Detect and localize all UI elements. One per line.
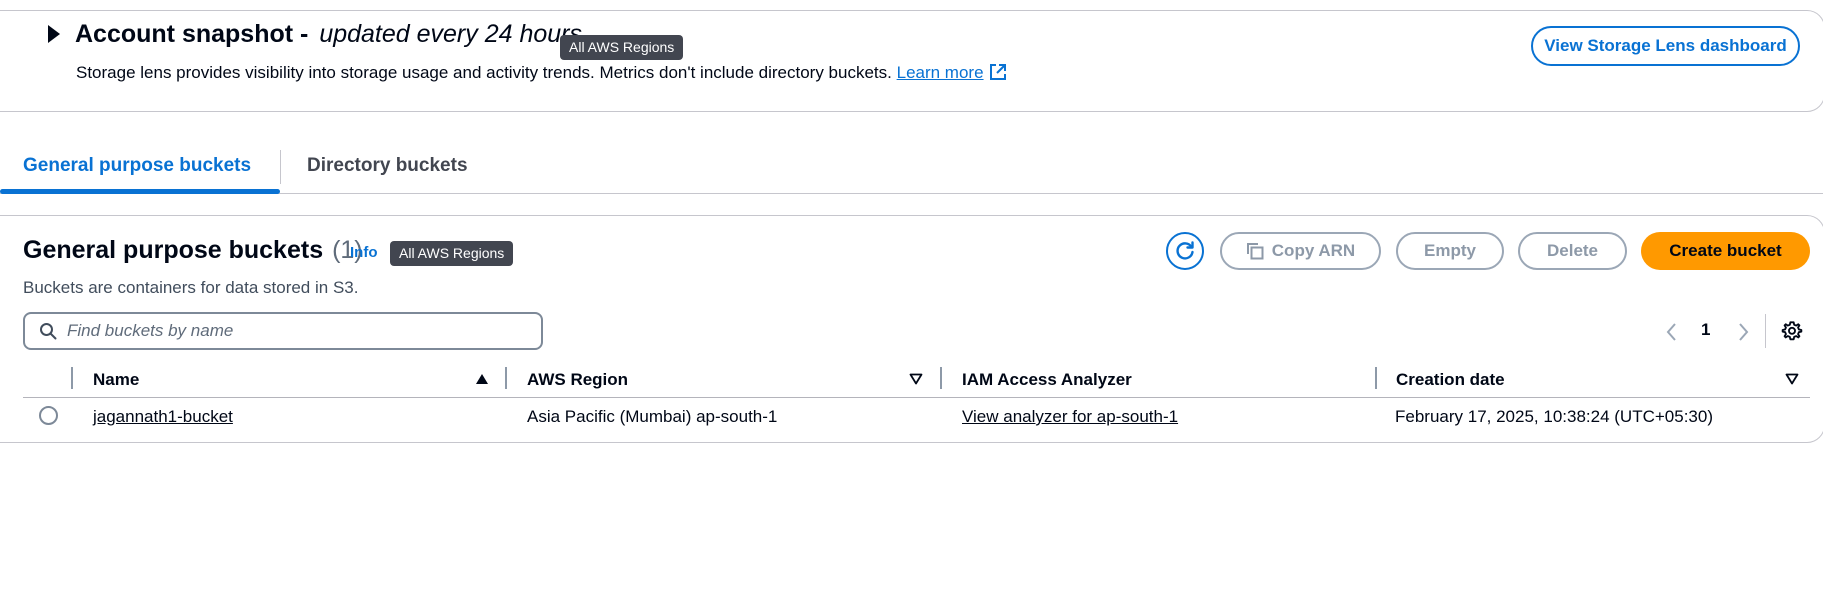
column-divider[interactable] (1375, 367, 1377, 389)
copy-icon (1246, 243, 1264, 260)
info-link[interactable]: Info (350, 244, 378, 261)
search-icon (40, 323, 57, 340)
external-link-icon[interactable] (989, 63, 1007, 81)
chevron-right-icon[interactable] (1736, 322, 1750, 342)
column-header-analyzer[interactable]: IAM Access Analyzer (962, 370, 1132, 390)
tab-separator (280, 150, 281, 184)
copy-arn-button[interactable]: Copy ARN (1220, 232, 1381, 270)
column-header-creation-date[interactable]: Creation date (1396, 370, 1505, 390)
active-tab-indicator (0, 189, 280, 194)
snapshot-title-separator: - (293, 20, 309, 48)
view-analyzer-link[interactable]: View analyzer for ap-south-1 (962, 407, 1178, 427)
delete-button[interactable]: Delete (1518, 232, 1627, 270)
copy-arn-label: Copy ARN (1271, 241, 1356, 260)
table-header: Name AWS Region IAM Access Analyzer Crea… (23, 364, 1810, 398)
table-row: jagannath1-bucket Asia Pacific (Mumbai) … (23, 398, 1810, 438)
region-badge: All AWS Regions (560, 35, 684, 60)
snapshot-title-text: Account snapshot (75, 20, 294, 48)
sort-icon[interactable] (1785, 373, 1799, 385)
panel-description: Buckets are containers for data stored i… (23, 278, 359, 297)
gear-icon[interactable] (1781, 320, 1803, 342)
snapshot-subtitle: updated every 24 hours (319, 20, 582, 48)
search-input[interactable] (67, 321, 507, 341)
bucket-creation-date: February 17, 2025, 10:38:24 (UTC+05:30) (1395, 407, 1713, 426)
column-header-region[interactable]: AWS Region (527, 370, 628, 390)
bucket-name-link[interactable]: jagannath1-bucket (93, 407, 233, 427)
column-header-name[interactable]: Name (93, 370, 139, 390)
view-storage-lens-dashboard-button[interactable]: View Storage Lens dashboard (1531, 26, 1800, 66)
empty-button[interactable]: Empty (1396, 232, 1504, 270)
refresh-button[interactable] (1166, 232, 1204, 270)
column-divider (71, 367, 73, 389)
row-select-radio[interactable] (39, 406, 58, 425)
tab-general-purpose-buckets[interactable]: General purpose buckets (23, 155, 251, 177)
expand-caret-icon[interactable] (48, 25, 60, 43)
bucket-region: Asia Pacific (Mumbai) ap-south-1 (527, 407, 778, 426)
create-bucket-button[interactable]: Create bucket (1641, 232, 1810, 270)
panel-title: General purpose buckets (1) (23, 236, 363, 265)
search-box[interactable] (23, 312, 543, 350)
panel-region-badge: All AWS Regions (390, 241, 514, 266)
learn-more-link[interactable]: Learn more (897, 63, 984, 82)
tab-directory-buckets[interactable]: Directory buckets (307, 155, 468, 177)
sort-ascending-icon[interactable] (475, 373, 489, 385)
bucket-type-tabs: General purpose buckets Directory bucket… (0, 145, 1823, 195)
account-snapshot-title: Account snapshot - updated every 24 hour… (75, 20, 582, 49)
snapshot-description-text: Storage lens provides visibility into st… (76, 63, 892, 82)
snapshot-description: Storage lens provides visibility into st… (76, 63, 1007, 83)
pager-divider (1765, 314, 1766, 348)
refresh-icon (1176, 241, 1194, 260)
chevron-left-icon[interactable] (1665, 322, 1679, 342)
column-divider[interactable] (940, 367, 942, 389)
current-page-number[interactable]: 1 (1701, 320, 1710, 340)
panel-title-text: General purpose buckets (23, 236, 324, 264)
sort-icon[interactable] (909, 373, 923, 385)
column-divider[interactable] (505, 367, 507, 389)
